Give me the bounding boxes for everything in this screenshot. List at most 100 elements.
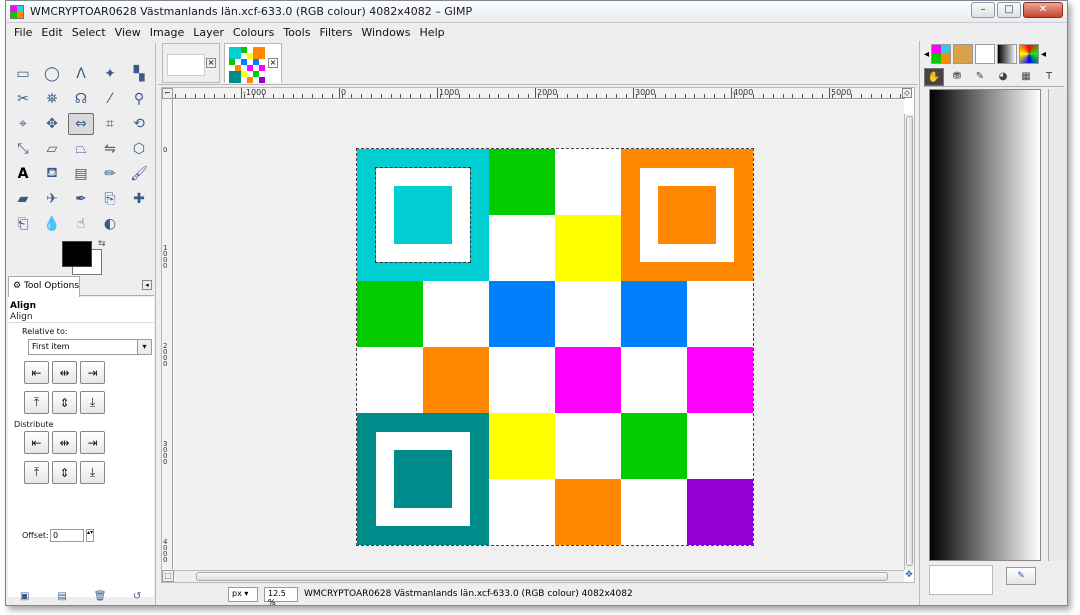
paths-tool-icon[interactable]: ☊ [68,88,94,110]
free-select-tool-icon[interactable]: ᐱ [68,63,94,85]
tab-gradient[interactable] [997,44,1018,64]
dock-scroll-strip[interactable] [1048,89,1067,561]
reset-options-icon[interactable]: ↺ [131,591,143,603]
shear-tool-icon[interactable]: ▱ [39,138,65,160]
blur-tool-icon[interactable]: 💧 [39,213,65,235]
color-picker-tool-icon[interactable]: ⁄ [97,88,123,110]
tab-tool-options[interactable]: ⚙ Tool Options [8,276,80,297]
menu-file[interactable]: File [10,24,37,42]
align-right-button[interactable]: ⇥ [80,361,105,384]
menu-tools[interactable]: Tools [279,24,315,42]
gradient-preview[interactable] [929,89,1041,561]
perspective-clone-tool-icon[interactable]: ⎗ [10,213,36,235]
distribute-bottom-button[interactable]: ⤓ [80,461,105,484]
menu-colours[interactable]: Colours [229,24,279,42]
text-tool-icon[interactable]: A [10,163,36,185]
minimize-button[interactable]: – [971,2,995,18]
close-icon[interactable]: × [206,58,216,68]
brush-icon[interactable]: ✎ [970,68,990,86]
airbrush-tool-icon[interactable]: ✈ [39,188,65,210]
distribute-middle-button[interactable]: ⇕ [52,461,77,484]
eraser-tool-icon[interactable]: ▰ [10,188,36,210]
fuzzy-select-tool-icon[interactable]: ✦ [97,63,123,85]
align-top-button[interactable]: ⤒ [24,391,49,414]
edit-icon[interactable]: ✎ [1006,567,1036,585]
rotate-tool-icon[interactable]: ⟲ [126,113,152,135]
zoom-toggle-icon[interactable]: ◇ [902,88,912,98]
ruler-corner[interactable]: ⌐ [162,88,173,99]
scale-tool-icon[interactable]: ⤡ [10,138,36,160]
dock-menu-icon[interactable]: ◂ [1041,49,1046,60]
foreground-select-tool-icon[interactable]: ⛯ [39,88,65,110]
distribute-top-button[interactable]: ⤒ [24,461,49,484]
pencil-tool-icon[interactable]: ✏ [97,163,123,185]
zoom-tool-icon[interactable]: ⚲ [126,88,152,110]
swap-colors-icon[interactable]: ⇆ [98,239,106,249]
ellipse-select-tool-icon[interactable]: ◯ [39,63,65,85]
foreground-color-swatch[interactable] [62,241,92,267]
font-icon[interactable]: T [1039,68,1059,86]
menu-windows[interactable]: Windows [357,24,415,42]
clone-tool-icon[interactable]: ⎘ [97,188,123,210]
offset-spin-button[interactable]: ▴▾ [86,529,94,542]
dodge-burn-tool-icon[interactable]: ◐ [97,213,123,235]
ink-tool-icon[interactable]: ✒ [68,188,94,210]
align-middle-button[interactable]: ⇕ [52,391,77,414]
blend-tool-icon[interactable]: ▤ [68,163,94,185]
smudge-icon[interactable]: ✋ [924,67,944,86]
menu-image[interactable]: Image [146,24,189,42]
restore-options-icon[interactable]: ▤ [56,591,68,603]
menu-view[interactable]: View [111,24,146,42]
image-tab-qr[interactable]: × [224,43,282,83]
menu-edit[interactable]: Edit [37,24,67,42]
crop-tool-icon[interactable]: ⌗ [97,113,123,135]
image-tab-untitled[interactable]: × [162,43,220,83]
tab-palette[interactable] [1019,44,1040,64]
vertical-scroll-thumb[interactable] [906,116,913,566]
distribute-center-button[interactable]: ⇹ [52,431,77,454]
scissors-select-tool-icon[interactable]: ✂ [10,88,36,110]
tab-brush[interactable] [953,44,974,64]
close-button[interactable]: ✕ [1023,2,1063,18]
horizontal-scroll-thumb[interactable] [196,572,888,581]
zoom-select[interactable]: 12.5 % [264,586,298,605]
navigate-icon[interactable]: ✥ [904,570,914,582]
align-left-button[interactable]: ⇤ [24,361,49,384]
save-options-icon[interactable]: ▣ [19,591,31,603]
menu-layer[interactable]: Layer [189,24,229,42]
align-tool-icon[interactable]: ⇔ [68,113,94,135]
vertical-scrollbar[interactable] [904,114,914,570]
color-select-tool-icon[interactable]: ▚ [126,63,152,85]
close-icon[interactable]: × [268,58,278,68]
flip-tool-icon[interactable]: ⇋ [97,138,123,160]
horizontal-ruler[interactable]: -1000 0 1000 2000 3000 4000 5000 [173,88,905,99]
bucket-fill-tool-icon[interactable]: ⛾ [39,163,65,185]
delete-options-icon[interactable]: 🗑 [94,591,107,603]
align-bottom-button[interactable]: ⤓ [80,391,105,414]
tab-paths[interactable] [975,44,996,64]
maximize-button[interactable]: □ [997,2,1021,18]
canvas-background[interactable] [174,100,904,570]
paintbrush-tool-icon[interactable]: 🖌 [126,163,152,185]
cage-transform-tool-icon[interactable]: ⬡ [126,138,152,160]
rect-select-tool-icon[interactable]: ▭ [10,63,36,85]
horizontal-scrollbar[interactable] [174,570,904,582]
stamp-icon[interactable]: ⛃ [947,68,967,86]
unit-select[interactable]: px ▾ [228,586,258,602]
heal-tool-icon[interactable]: ✚ [126,188,152,210]
menu-select[interactable]: Select [68,24,111,42]
distribute-left-button[interactable]: ⇤ [24,431,49,454]
palette-icon[interactable]: ▦ [1016,68,1036,86]
menu-filters[interactable]: Filters [315,24,357,42]
offset-input[interactable]: 0 [50,529,84,542]
quick-mask-icon[interactable]: ⬚ [162,570,174,582]
menu-help[interactable]: Help [416,24,450,42]
distribute-right-button[interactable]: ⇥ [80,431,105,454]
colorwheel-icon[interactable]: ◕ [993,68,1013,86]
relative-to-select[interactable]: First item ▾ [28,339,152,355]
vertical-ruler[interactable]: 0 1000 2000 3000 4000 [162,99,173,569]
align-center-button[interactable]: ⇹ [52,361,77,384]
move-tool-icon[interactable]: ✥ [39,113,65,135]
tab-menu-icon[interactable]: ◂ [142,280,152,290]
measure-tool-icon[interactable]: ⌖ [10,113,36,135]
